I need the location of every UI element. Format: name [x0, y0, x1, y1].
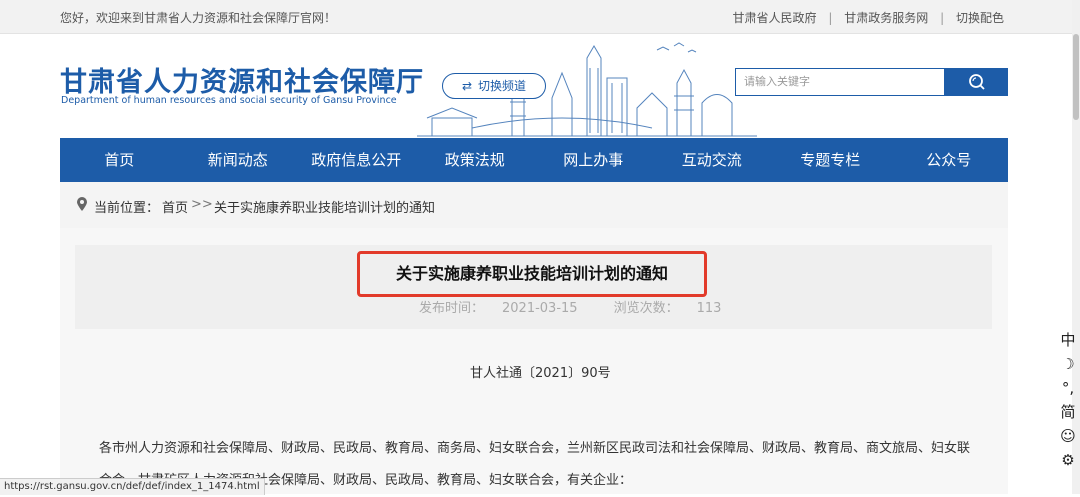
breadcrumb: 当前位置： 首页 >> 关于实施康养职业技能培训计划的通知 — [60, 182, 1008, 228]
night-mode-icon[interactable]: ☽ — [1056, 352, 1080, 376]
breadcrumb-label: 当前位置： — [94, 201, 160, 216]
nav-online-service[interactable]: 网上办事 — [534, 138, 653, 182]
nav-special-topics[interactable]: 专题专栏 — [771, 138, 890, 182]
nav-gov-info[interactable]: 政府信息公开 — [297, 138, 416, 182]
publish-date-value: 2021-03-15 — [502, 301, 578, 316]
shuffle-icon: ⇄ — [461, 79, 473, 93]
top-links: 甘肃省人民政府 | 甘肃政务服务网 | 切换配色 — [733, 9, 1004, 26]
publish-label: 发布时间： — [419, 301, 485, 316]
switch-channel-button[interactable]: ⇄ 切换频道 — [442, 73, 546, 99]
status-bar-url: https://rst.gansu.gov.cn/def/def/index_1… — [0, 478, 265, 495]
link-gansu-government[interactable]: 甘肃省人民政府 — [733, 9, 817, 26]
location-pin-icon — [77, 197, 87, 215]
settings-icon[interactable]: ⚙ — [1056, 448, 1080, 472]
views-value: 113 — [696, 301, 722, 316]
search-icon — [968, 74, 985, 90]
site-subtitle: Department of human resources and social… — [61, 95, 397, 106]
breadcrumb-arrows: >> — [191, 197, 213, 212]
views-label: 浏览次数： — [613, 301, 679, 316]
accessibility-icon[interactable]: ☺ — [1056, 424, 1080, 448]
document-number: 甘人社通〔2021〕90号 — [470, 366, 611, 381]
article-meta: 发布时间： 2021-03-15 浏览次数： 113 — [419, 297, 757, 316]
breadcrumb-home[interactable]: 首页 — [162, 197, 188, 216]
nav-news[interactable]: 新闻动态 — [179, 138, 298, 182]
publish-date: 发布时间： 2021-03-15 — [419, 301, 596, 316]
nav-interaction[interactable]: 互动交流 — [653, 138, 772, 182]
font-size-icon[interactable]: 中 — [1056, 328, 1080, 352]
search-input[interactable]: 请输入关键字 — [735, 68, 945, 96]
main-nav: 首页 新闻动态 政府信息公开 政策法规 网上办事 互动交流 专题专栏 公众号 — [60, 138, 1008, 182]
separator: | — [940, 11, 945, 25]
search-button[interactable] — [945, 68, 1008, 96]
reading-mode-icon[interactable]: °, — [1056, 376, 1080, 400]
accessibility-toolbar: 中 ☽ °, 简 ☺ ⚙ — [1056, 328, 1080, 472]
scrollbar-thumb[interactable] — [1073, 34, 1079, 120]
nav-public-account[interactable]: 公众号 — [890, 138, 1009, 182]
link-switch-color[interactable]: 切换配色 — [956, 9, 1004, 26]
site-header: 甘肃省人力资源和社会保障厅 Department of human resour… — [0, 34, 1080, 138]
simplified-chinese-icon[interactable]: 简 — [1056, 400, 1080, 424]
top-bar: 您好，欢迎来到甘肃省人力资源和社会保障厅官网！ 甘肃省人民政府 | 甘肃政务服务… — [0, 0, 1080, 34]
separator: | — [828, 11, 833, 25]
breadcrumb-current[interactable]: 关于实施康养职业技能培训计划的通知 — [214, 197, 435, 216]
link-gansu-service[interactable]: 甘肃政务服务网 — [844, 9, 928, 26]
nav-policy[interactable]: 政策法规 — [416, 138, 535, 182]
welcome-text: 您好，欢迎来到甘肃省人力资源和社会保障厅官网！ — [60, 11, 337, 25]
view-count: 浏览次数： 113 — [614, 301, 740, 316]
nav-home[interactable]: 首页 — [60, 138, 179, 182]
site-title[interactable]: 甘肃省人力资源和社会保障厅 — [60, 60, 424, 99]
switch-channel-label: 切换频道 — [478, 79, 527, 93]
article-title: 关于实施康养职业技能培训计划的通知 — [357, 251, 707, 297]
